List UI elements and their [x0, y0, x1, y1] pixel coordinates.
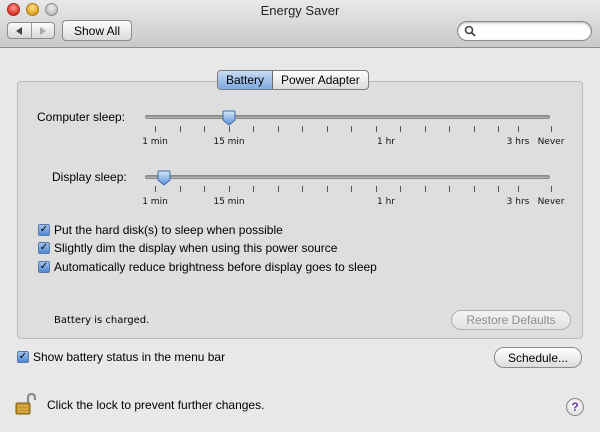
reduce-brightness-checkbox[interactable]: ✓: [38, 261, 50, 273]
display-sleep-tick-15min: 15 min: [213, 197, 245, 207]
slider-tick: [253, 126, 254, 132]
battery-status-text: Battery is charged.: [54, 315, 150, 326]
forward-button[interactable]: [32, 23, 55, 38]
schedule-button[interactable]: Schedule...: [494, 347, 582, 368]
computer-sleep-tick-never: Never: [537, 137, 565, 147]
slider-tick: [278, 126, 279, 132]
back-button[interactable]: [8, 23, 32, 38]
slider-tick: [449, 186, 450, 192]
slider-tick: [327, 126, 328, 132]
slider-tick: [474, 186, 475, 192]
slider-tick: [302, 126, 303, 132]
slider-tick: [253, 186, 254, 192]
slider-tick: [155, 186, 156, 192]
option-dim-display[interactable]: ✓ Slightly dim the display when using th…: [38, 241, 337, 255]
lock-instruction-text: Click the lock to prevent further change…: [47, 398, 265, 412]
display-sleep-tick-1hr: 1 hr: [377, 197, 395, 207]
tab-power-adapter[interactable]: Power Adapter: [273, 71, 368, 89]
display-sleep-tick-1min: 1 min: [142, 197, 168, 207]
slider-tick: [204, 126, 205, 132]
slider-tick: [449, 126, 450, 132]
restore-defaults-button[interactable]: Restore Defaults: [451, 310, 571, 330]
slider-tick: [180, 186, 181, 192]
dim-display-checkbox[interactable]: ✓: [38, 242, 50, 254]
display-sleep-ticks: [145, 186, 552, 194]
slider-tick: [518, 126, 519, 132]
computer-sleep-ticks: [145, 126, 552, 134]
slider-tick: [551, 126, 552, 132]
back-arrow-icon: [16, 26, 23, 35]
slider-tick: [425, 126, 426, 132]
display-sleep-slider-thumb[interactable]: [157, 170, 171, 186]
computer-sleep-tick-1hr: 1 hr: [377, 137, 395, 147]
hard-disk-sleep-label: Put the hard disk(s) to sleep when possi…: [54, 223, 283, 237]
show-all-button[interactable]: Show All: [62, 20, 132, 41]
slider-tick: [498, 186, 499, 192]
dim-display-label: Slightly dim the display when using this…: [54, 241, 338, 255]
menu-bar-status-label: Show battery status in the menu bar: [33, 350, 226, 364]
slider-tick: [180, 126, 181, 132]
help-button[interactable]: ?: [566, 398, 584, 416]
slider-tick: [498, 126, 499, 132]
slider-tick: [474, 126, 475, 132]
slider-tick: [400, 186, 401, 192]
display-sleep-label: Display sleep:: [52, 170, 127, 184]
slider-tick: [302, 186, 303, 192]
slider-tick: [400, 126, 401, 132]
computer-sleep-slider-thumb[interactable]: [222, 110, 236, 126]
forward-arrow-icon: [39, 26, 46, 35]
search-field[interactable]: [457, 21, 592, 41]
option-menu-bar-status[interactable]: ✓ Show battery status in the menu bar: [17, 350, 225, 364]
computer-sleep-label: Computer sleep:: [37, 110, 126, 124]
tab-battery[interactable]: Battery: [218, 71, 274, 89]
title-toolbar: Energy Saver Show All: [0, 0, 600, 48]
slider-tick: [376, 126, 377, 132]
slider-tick: [327, 186, 328, 192]
slider-tick: [518, 186, 519, 192]
slider-tick: [351, 186, 352, 192]
option-hard-disk-sleep[interactable]: ✓ Put the hard disk(s) to sleep when pos…: [38, 223, 283, 237]
computer-sleep-tick-1min: 1 min: [142, 137, 168, 147]
slider-tick: [376, 186, 377, 192]
lock-icon[interactable]: [15, 392, 37, 416]
window-title: Energy Saver: [260, 3, 340, 18]
slider-tick: [425, 186, 426, 192]
slider-tick: [229, 126, 230, 132]
slider-tick: [204, 186, 205, 192]
power-source-tabs: Battery Power Adapter: [217, 70, 369, 90]
display-sleep-tick-3hrs: 3 hrs: [506, 197, 530, 207]
reduce-brightness-label: Automatically reduce brightness before d…: [54, 260, 377, 274]
slider-tick: [229, 186, 230, 192]
slider-tick: [155, 126, 156, 132]
display-sleep-tick-never: Never: [537, 197, 565, 207]
display-sleep-track[interactable]: [145, 175, 550, 179]
menu-bar-status-checkbox[interactable]: ✓: [17, 351, 29, 363]
computer-sleep-tick-15min: 15 min: [213, 137, 245, 147]
option-reduce-brightness[interactable]: ✓ Automatically reduce brightness before…: [38, 260, 377, 274]
slider-tick: [351, 126, 352, 132]
computer-sleep-track[interactable]: [145, 115, 550, 119]
slider-tick: [278, 186, 279, 192]
computer-sleep-tick-3hrs: 3 hrs: [506, 137, 530, 147]
hard-disk-sleep-checkbox[interactable]: ✓: [38, 224, 50, 236]
back-forward-control: [7, 22, 55, 39]
slider-tick: [551, 186, 552, 192]
search-icon: [464, 25, 476, 37]
